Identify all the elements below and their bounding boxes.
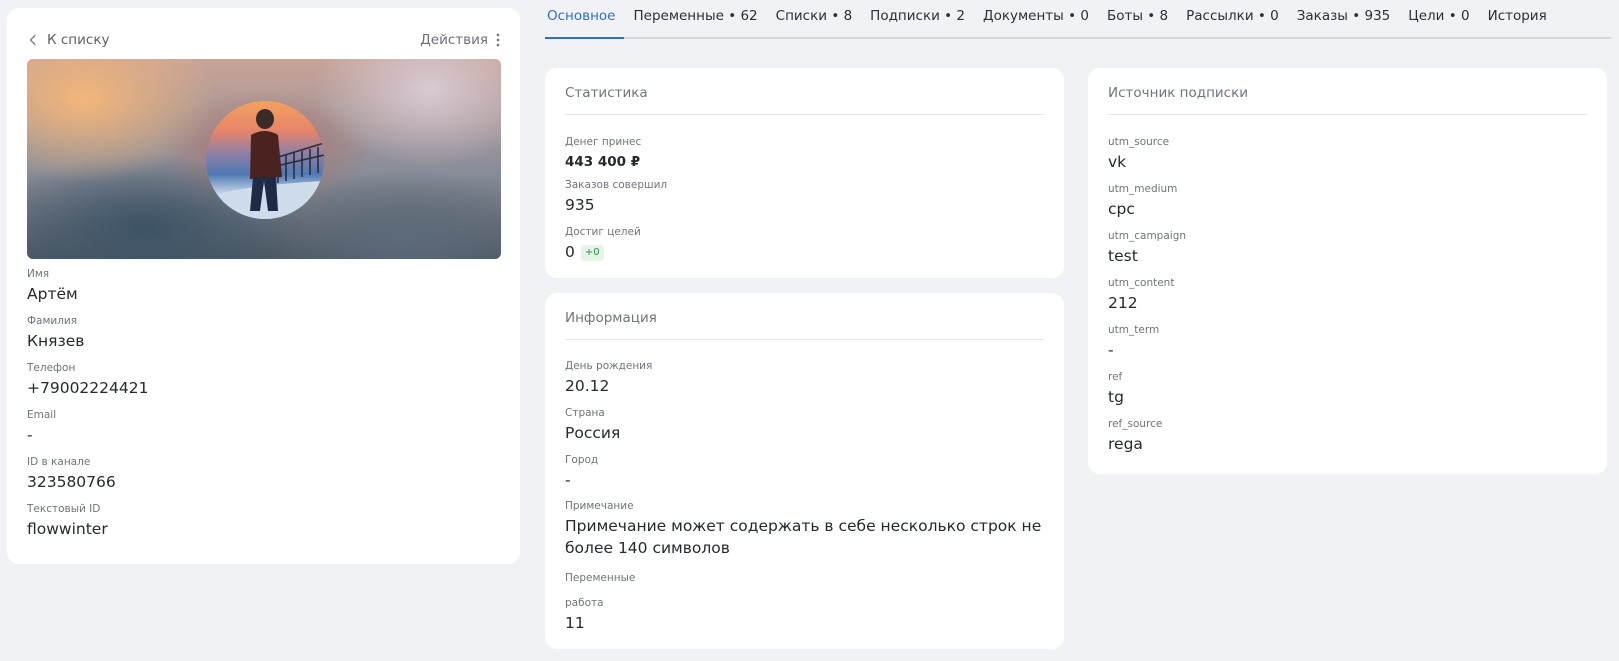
field-email: Email - — [27, 408, 56, 446]
tab-variables[interactable]: Переменные • 62 — [624, 0, 766, 37]
source-utm-content: utm_content 212 — [1108, 276, 1174, 314]
tab-history[interactable]: История — [1479, 0, 1556, 37]
last-name-label: Фамилия — [27, 315, 78, 327]
tab-main[interactable]: Основное — [545, 0, 625, 39]
source-utm-medium: utm_medium cpc — [1108, 182, 1177, 220]
utm-source-value: vk — [1108, 153, 1127, 171]
text-id-value: flowwinter — [27, 520, 108, 538]
info-variable-work: работа 11 — [565, 596, 604, 634]
utm-content-label: utm_content — [1108, 277, 1175, 289]
info-city: Город - — [565, 453, 598, 491]
orders-label: Заказов совершил — [565, 179, 668, 191]
field-last-name: Фамилия Князев — [27, 314, 84, 352]
tab-bots[interactable]: Боты • 8 — [1098, 0, 1177, 37]
info-note: Примечание Примечание может содержать в … — [565, 499, 1045, 559]
tab-lists[interactable]: Списки • 8 — [767, 0, 862, 37]
profile-cover-image — [27, 59, 501, 259]
country-label: Страна — [565, 407, 605, 419]
money-value: 443 400 ₽ — [565, 154, 641, 170]
source-utm-campaign: utm_campaign test — [1108, 229, 1186, 267]
back-link-label: К списку — [47, 32, 110, 48]
statistics-panel: Статистика Денег принес 443 400 ₽ Заказо… — [545, 68, 1064, 278]
ref-value: tg — [1108, 388, 1124, 406]
variables-label: Переменные — [565, 572, 636, 584]
city-label: Город — [565, 454, 599, 466]
avatar[interactable] — [206, 101, 324, 219]
profile-card: К списку Действия Имя Артём Фамилия Княз… — [7, 8, 520, 564]
stat-goals: Достиг целей 0 +0 — [565, 225, 641, 263]
channel-id-value: 323580766 — [27, 473, 116, 491]
money-label: Денег принес — [565, 136, 642, 148]
goals-row: 0 +0 — [565, 241, 641, 263]
goals-delta-badge: +0 — [580, 245, 604, 261]
utm-medium-label: utm_medium — [1108, 183, 1178, 195]
tab-documents[interactable]: Документы • 0 — [974, 0, 1098, 37]
utm-source-label: utm_source — [1108, 136, 1170, 148]
utm-campaign-value: test — [1108, 247, 1138, 265]
source-ref-source: ref_source rega — [1108, 417, 1162, 455]
tab-mailings[interactable]: Рассылки • 0 — [1177, 0, 1288, 37]
tab-orders[interactable]: Заказы • 935 — [1288, 0, 1400, 37]
utm-term-label: utm_term — [1108, 324, 1160, 336]
statistics-title: Статистика — [565, 85, 1044, 115]
work-value: 11 — [565, 614, 585, 632]
source-ref: ref tg — [1108, 370, 1124, 408]
field-phone: Телефон +79002224421 — [27, 361, 148, 399]
tab-goals[interactable]: Цели • 0 — [1399, 0, 1478, 37]
note-label: Примечание — [565, 500, 634, 512]
subscription-source-panel: Источник подписки utm_source vk utm_medi… — [1088, 68, 1607, 474]
phone-label: Телефон — [27, 362, 76, 374]
source-utm-source: utm_source vk — [1108, 135, 1169, 173]
source-title: Источник подписки — [1108, 85, 1587, 115]
utm-campaign-label: utm_campaign — [1108, 230, 1187, 242]
last-name-value: Князев — [27, 332, 85, 350]
more-vertical-icon — [496, 33, 500, 47]
utm-medium-value: cpc — [1108, 200, 1135, 218]
phone-value: +79002224421 — [27, 379, 149, 397]
tab-subscriptions[interactable]: Подписки • 2 — [861, 0, 974, 37]
country-value: Россия — [565, 424, 621, 442]
stat-orders: Заказов совершил 935 — [565, 178, 667, 216]
info-country: Страна Россия — [565, 406, 620, 444]
utm-content-value: 212 — [1108, 294, 1138, 312]
email-value: - — [27, 426, 33, 444]
ref-source-value: rega — [1108, 435, 1143, 453]
field-channel-id: ID в канале 323580766 — [27, 455, 116, 493]
stat-money: Денег принес 443 400 ₽ — [565, 135, 641, 173]
source-utm-term: utm_term - — [1108, 323, 1159, 361]
back-to-list-link[interactable]: К списку — [27, 32, 109, 48]
email-label: Email — [27, 409, 57, 421]
birthday-label: День рождения — [565, 360, 653, 372]
birthday-value: 20.12 — [565, 377, 610, 395]
field-first-name: Имя Артём — [27, 267, 78, 305]
actions-menu-button[interactable]: Действия — [420, 32, 500, 48]
first-name-label: Имя — [27, 268, 50, 280]
goals-value: 0 — [565, 243, 575, 261]
info-birthday: День рождения 20.12 — [565, 359, 652, 397]
tab-bar: Основное Переменные • 62 Списки • 8 Подп… — [545, 0, 1611, 39]
goals-label: Достиг целей — [565, 226, 641, 238]
information-title: Информация — [565, 310, 1044, 340]
avatar-photo — [206, 109, 324, 219]
city-value: - — [565, 471, 571, 489]
profile-header: К списку Действия — [27, 30, 500, 50]
information-panel: Информация День рождения 20.12 Страна Ро… — [545, 293, 1064, 649]
field-text-id: Текстовый ID flowwinter — [27, 502, 108, 540]
ref-label: ref — [1108, 371, 1123, 383]
text-id-label: Текстовый ID — [27, 503, 101, 515]
ref-source-label: ref_source — [1108, 418, 1163, 430]
actions-label: Действия — [420, 32, 488, 48]
utm-term-value: - — [1108, 341, 1114, 359]
first-name-value: Артём — [27, 285, 78, 303]
chevron-left-icon — [29, 34, 36, 46]
info-variables-heading: Переменные — [565, 571, 635, 585]
work-label: работа — [565, 597, 604, 609]
note-value: Примечание может содержать в себе нескол… — [565, 517, 1042, 557]
orders-value: 935 — [565, 196, 595, 214]
channel-id-label: ID в канале — [27, 456, 91, 468]
